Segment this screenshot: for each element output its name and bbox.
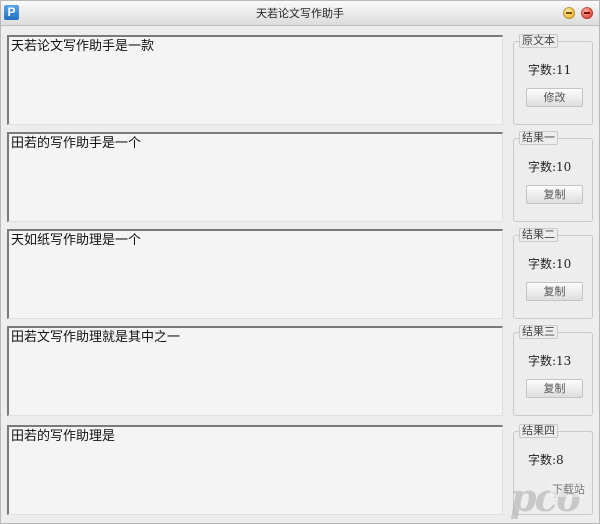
- group-label: 原文本: [519, 34, 558, 48]
- group-label: 结果二: [519, 228, 558, 242]
- result-group: 结果三 字数:13 复制: [513, 325, 593, 416]
- result-row-4: 田若的写作助理是 结果四 字数:8: [1, 424, 600, 521]
- word-count: 字数:8: [528, 453, 564, 467]
- app-window: P 天若论文写作助手 天若论文写作助手是一款 原文本 字数:11 修改 田若的写…: [0, 0, 600, 524]
- result-group: 结果四 字数:8: [513, 424, 593, 515]
- minimize-icon: [566, 12, 572, 14]
- group-label: 结果一: [519, 131, 558, 145]
- close-icon: [584, 12, 590, 14]
- result-text-area[interactable]: 天如纸写作助理是一个: [7, 229, 503, 319]
- result-group: 结果一 字数:10 复制: [513, 131, 593, 222]
- copy-button[interactable]: 复制: [526, 282, 583, 301]
- copy-button[interactable]: 复制: [526, 185, 583, 204]
- result-text-area[interactable]: 田若文写作助理就是其中之一: [7, 326, 503, 416]
- word-count: 字数:10: [528, 160, 572, 174]
- result-row-2: 天如纸写作助理是一个 结果二 字数:10 复制: [1, 228, 600, 325]
- window-title: 天若论文写作助手: [256, 7, 344, 20]
- word-count: 字数:10: [528, 257, 572, 271]
- result-group: 结果二 字数:10 复制: [513, 228, 593, 319]
- source-group: 原文本 字数:11 修改: [513, 34, 593, 125]
- word-count: 字数:11: [528, 63, 572, 77]
- modify-button[interactable]: 修改: [526, 88, 583, 107]
- close-button[interactable]: [581, 7, 593, 19]
- result-text-area[interactable]: 田若的写作助手是一个: [7, 132, 503, 222]
- minimize-button[interactable]: [563, 7, 575, 19]
- result-row-3: 田若文写作助理就是其中之一 结果三 字数:13 复制: [1, 325, 600, 422]
- result-row-1: 田若的写作助手是一个 结果一 字数:10 复制: [1, 131, 600, 228]
- group-label: 结果四: [519, 424, 558, 438]
- source-text-area[interactable]: 天若论文写作助手是一款: [7, 35, 503, 125]
- group-label: 结果三: [519, 325, 558, 339]
- source-text-row: 天若论文写作助手是一款 原文本 字数:11 修改: [1, 34, 600, 131]
- title-bar[interactable]: P 天若论文写作助手: [1, 1, 599, 26]
- result-text-area[interactable]: 田若的写作助理是: [7, 425, 503, 515]
- copy-button[interactable]: 复制: [526, 379, 583, 398]
- word-count: 字数:13: [528, 354, 572, 368]
